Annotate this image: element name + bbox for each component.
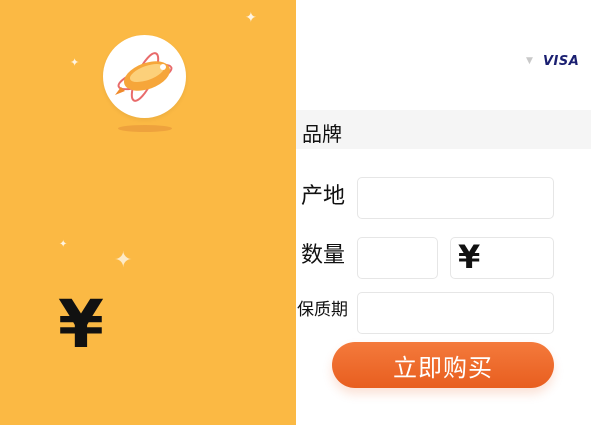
visa-card-logo[interactable]: VISA (543, 54, 579, 69)
origin-label: 产地 (301, 184, 346, 209)
sparkle-icon: ✦ (59, 239, 68, 250)
sparkle-icon: ✦ (114, 248, 133, 273)
shelf-life-input[interactable] (357, 292, 554, 334)
quantity-input[interactable] (357, 237, 438, 279)
shelf-life-label: 保质期 (297, 300, 348, 320)
order-form: ▼ VISA 品牌 产地 数量 ¥ 保质期 立即购买 (296, 0, 591, 425)
sparkle-icon: ✦ (245, 10, 257, 26)
brand-label: 品牌 (302, 122, 342, 146)
buy-now-button[interactable]: 立即购买 (332, 342, 554, 388)
price-currency-symbol: ¥ (458, 238, 481, 276)
brand-row[interactable]: 品牌 (296, 110, 591, 149)
sparkle-icon: ✦ (70, 56, 80, 69)
promo-panel: ✦ ✦ ✦ ✦ ¥ (0, 0, 296, 425)
currency-symbol: ¥ (58, 286, 104, 363)
airship-logo-icon (103, 35, 186, 118)
logo-shadow (118, 125, 172, 132)
quantity-label: 数量 (301, 243, 346, 268)
origin-input[interactable] (357, 177, 554, 219)
chevron-down-icon[interactable]: ▼ (526, 56, 533, 66)
